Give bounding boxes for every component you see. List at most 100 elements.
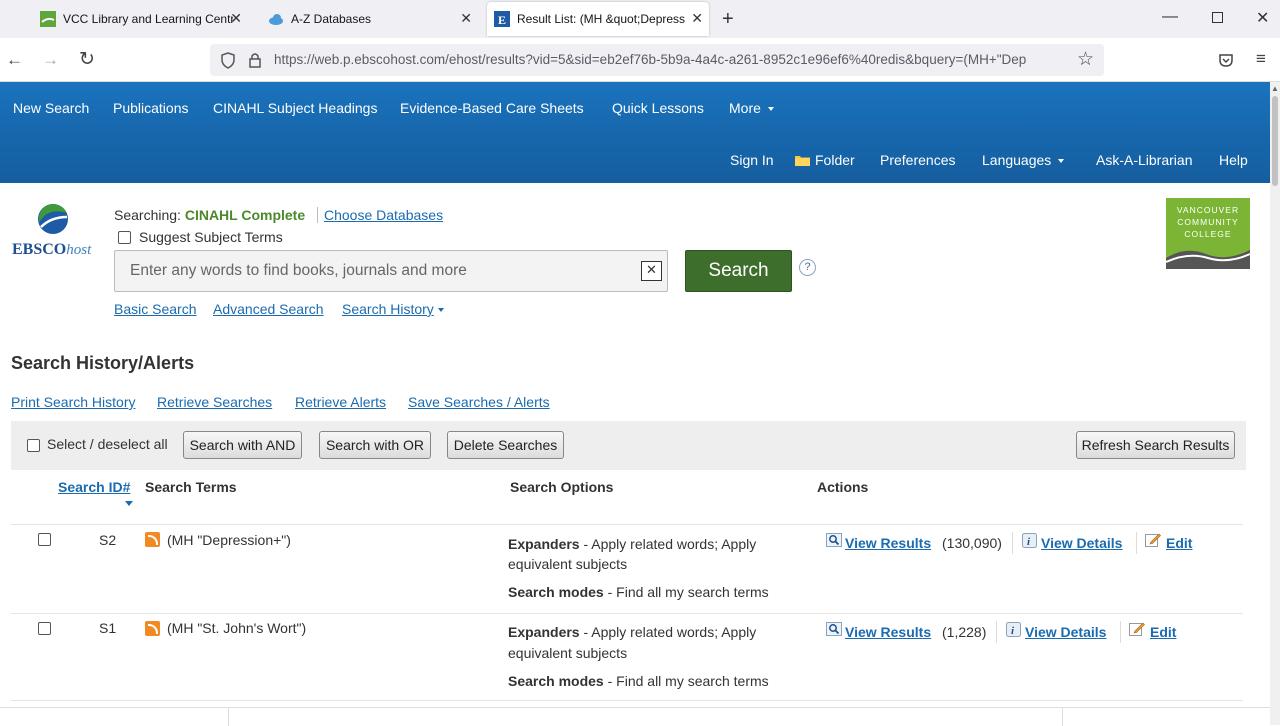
tab-az-databases[interactable]: A-Z Databases ✕ bbox=[268, 0, 478, 38]
search-history-link[interactable]: Search History bbox=[342, 301, 444, 317]
edit-icon bbox=[1145, 533, 1161, 547]
scrollbar-thumb[interactable] bbox=[1272, 96, 1278, 186]
caret-down-icon bbox=[437, 308, 444, 313]
ebsco-globe-icon bbox=[38, 204, 68, 234]
minimize-icon[interactable]: — bbox=[1162, 8, 1178, 26]
help-link[interactable]: Help bbox=[1219, 152, 1248, 168]
view-results-link[interactable]: View Results bbox=[845, 535, 931, 551]
page-footer-strip bbox=[0, 707, 1270, 726]
pocket-icon[interactable] bbox=[1218, 53, 1234, 68]
vcc-wave-icon bbox=[1166, 250, 1250, 269]
retrieve-alerts-link[interactable]: Retrieve Alerts bbox=[295, 394, 386, 410]
forward-icon[interactable]: → bbox=[42, 50, 59, 70]
edit-link[interactable]: Edit bbox=[1150, 624, 1176, 640]
preferences-link[interactable]: Preferences bbox=[880, 152, 955, 168]
close-tab-icon[interactable]: ✕ bbox=[460, 10, 472, 27]
edit-link[interactable]: Edit bbox=[1166, 535, 1192, 551]
suggest-subject-terms-label: Suggest Subject Terms bbox=[139, 229, 283, 245]
svg-text:E: E bbox=[498, 13, 506, 27]
ebsco-favicon-icon: E bbox=[494, 11, 510, 27]
view-details-link[interactable]: View Details bbox=[1025, 624, 1106, 640]
search-terms: (MH "St. John's Wort") bbox=[167, 620, 307, 636]
folder-link[interactable]: Folder bbox=[795, 152, 855, 168]
ebsco-top-nav: New Search Publications CINAHL Subject H… bbox=[0, 82, 1270, 183]
search-id: S1 bbox=[99, 620, 117, 636]
row-checkbox[interactable] bbox=[38, 622, 51, 635]
select-all-label: Select / deselect all bbox=[47, 436, 168, 452]
nav-evidence-based-care-sheets[interactable]: Evidence-Based Care Sheets bbox=[400, 100, 584, 116]
database-name: CINAHL Complete bbox=[184, 207, 306, 223]
save-searches-alerts-link[interactable]: Save Searches / Alerts bbox=[408, 394, 550, 410]
column-header-actions: Actions bbox=[817, 479, 869, 495]
result-count: (1,228) bbox=[942, 624, 987, 640]
scroll-up-icon[interactable]: ▲ bbox=[1271, 84, 1279, 93]
print-search-history-link[interactable]: Print Search History bbox=[11, 394, 135, 410]
searching-line: Searching: CINAHL Complete bbox=[114, 207, 306, 223]
caret-down-icon bbox=[1058, 159, 1065, 164]
basic-search-link[interactable]: Basic Search bbox=[114, 301, 196, 317]
tab-vcc-library[interactable]: VCC Library and Learning Centr ✕ bbox=[40, 0, 248, 38]
search-button[interactable]: Search bbox=[685, 250, 792, 292]
column-header-search-options: Search Options bbox=[510, 479, 614, 495]
shield-icon[interactable] bbox=[220, 52, 236, 69]
url-text: https://web.p.ebscohost.com/ehost/result… bbox=[274, 52, 1027, 67]
retrieve-searches-link[interactable]: Retrieve Searches bbox=[157, 394, 272, 410]
folder-icon bbox=[795, 156, 810, 166]
choose-databases-link[interactable]: Choose Databases bbox=[324, 207, 443, 223]
view-details-link[interactable]: View Details bbox=[1041, 535, 1122, 551]
caret-down-icon bbox=[767, 107, 774, 112]
nav-quick-lessons[interactable]: Quick Lessons bbox=[612, 100, 704, 116]
edit-icon bbox=[1129, 622, 1145, 636]
nav-more[interactable]: More bbox=[729, 100, 774, 116]
ask-a-librarian-link[interactable]: Ask-A-Librarian bbox=[1096, 152, 1192, 168]
vcc-logo[interactable]: VANCOUVER COMMUNITY COLLEGE bbox=[1166, 198, 1250, 269]
help-icon[interactable]: ? bbox=[799, 259, 816, 276]
suggest-subject-terms-checkbox[interactable] bbox=[118, 231, 131, 244]
view-results-link[interactable]: View Results bbox=[845, 624, 931, 640]
maximize-icon[interactable] bbox=[1212, 12, 1223, 23]
clear-search-icon[interactable]: ✕ bbox=[641, 261, 662, 281]
search-input[interactable] bbox=[130, 262, 630, 280]
refresh-search-results-button[interactable]: Refresh Search Results bbox=[1076, 431, 1235, 459]
rss-icon[interactable] bbox=[145, 621, 160, 636]
sort-desc-icon[interactable] bbox=[125, 501, 133, 506]
nav-new-search[interactable]: New Search bbox=[13, 100, 89, 116]
search-terms: (MH "Depression+") bbox=[167, 532, 291, 548]
close-tab-icon[interactable]: ✕ bbox=[230, 10, 242, 27]
bookmark-star-icon[interactable]: ☆ bbox=[1077, 48, 1094, 71]
search-with-or-button[interactable]: Search with OR bbox=[319, 431, 431, 459]
history-toolbar: Select / deselect all Search with AND Se… bbox=[11, 421, 1246, 470]
browser-nav-bar: ← → ↻ https://web.p.ebscohost.com/ehost/… bbox=[0, 38, 1280, 82]
row-checkbox[interactable] bbox=[38, 533, 51, 546]
search-with-and-button[interactable]: Search with AND bbox=[183, 431, 302, 459]
search-id: S2 bbox=[99, 532, 117, 548]
search-history-title: Search History/Alerts bbox=[11, 353, 195, 373]
plus-icon[interactable]: + bbox=[722, 8, 734, 31]
browser-tab-bar: VCC Library and Learning Centr ✕ A-Z Dat… bbox=[0, 0, 1280, 38]
lock-icon[interactable] bbox=[248, 52, 262, 68]
select-all-checkbox[interactable] bbox=[27, 439, 40, 452]
vcc-favicon-icon bbox=[40, 11, 56, 27]
menu-icon[interactable]: ≡ bbox=[1256, 49, 1266, 69]
rss-icon[interactable] bbox=[145, 532, 160, 547]
delete-searches-button[interactable]: Delete Searches bbox=[447, 431, 564, 459]
info-icon: i bbox=[1006, 622, 1021, 637]
ebscohost-logo[interactable]: EBSCOhost bbox=[11, 203, 97, 263]
advanced-search-link[interactable]: Advanced Search bbox=[213, 301, 324, 317]
back-icon[interactable]: ← bbox=[6, 50, 23, 70]
close-tab-icon[interactable]: ✕ bbox=[691, 10, 703, 27]
url-bar[interactable]: https://web.p.ebscohost.com/ehost/result… bbox=[210, 44, 1104, 76]
close-window-icon[interactable]: ✕ bbox=[1256, 8, 1269, 28]
column-header-search-id[interactable]: Search ID# bbox=[58, 479, 130, 495]
column-header-search-terms: Search Terms bbox=[145, 479, 237, 495]
languages-link[interactable]: Languages bbox=[982, 152, 1065, 168]
tab-result-list[interactable]: E Result List: (MH &quot;Depress ✕ bbox=[487, 2, 709, 36]
info-icon: i bbox=[1022, 533, 1037, 548]
reload-icon[interactable]: ↻ bbox=[79, 48, 95, 71]
sign-in-link[interactable]: Sign In bbox=[730, 152, 774, 168]
nav-cinahl-subject-headings[interactable]: CINAHL Subject Headings bbox=[213, 100, 377, 116]
cloud-favicon-icon bbox=[269, 14, 283, 25]
result-count: (130,090) bbox=[942, 535, 1002, 551]
nav-publications[interactable]: Publications bbox=[113, 100, 189, 116]
magnifier-icon bbox=[826, 533, 842, 547]
